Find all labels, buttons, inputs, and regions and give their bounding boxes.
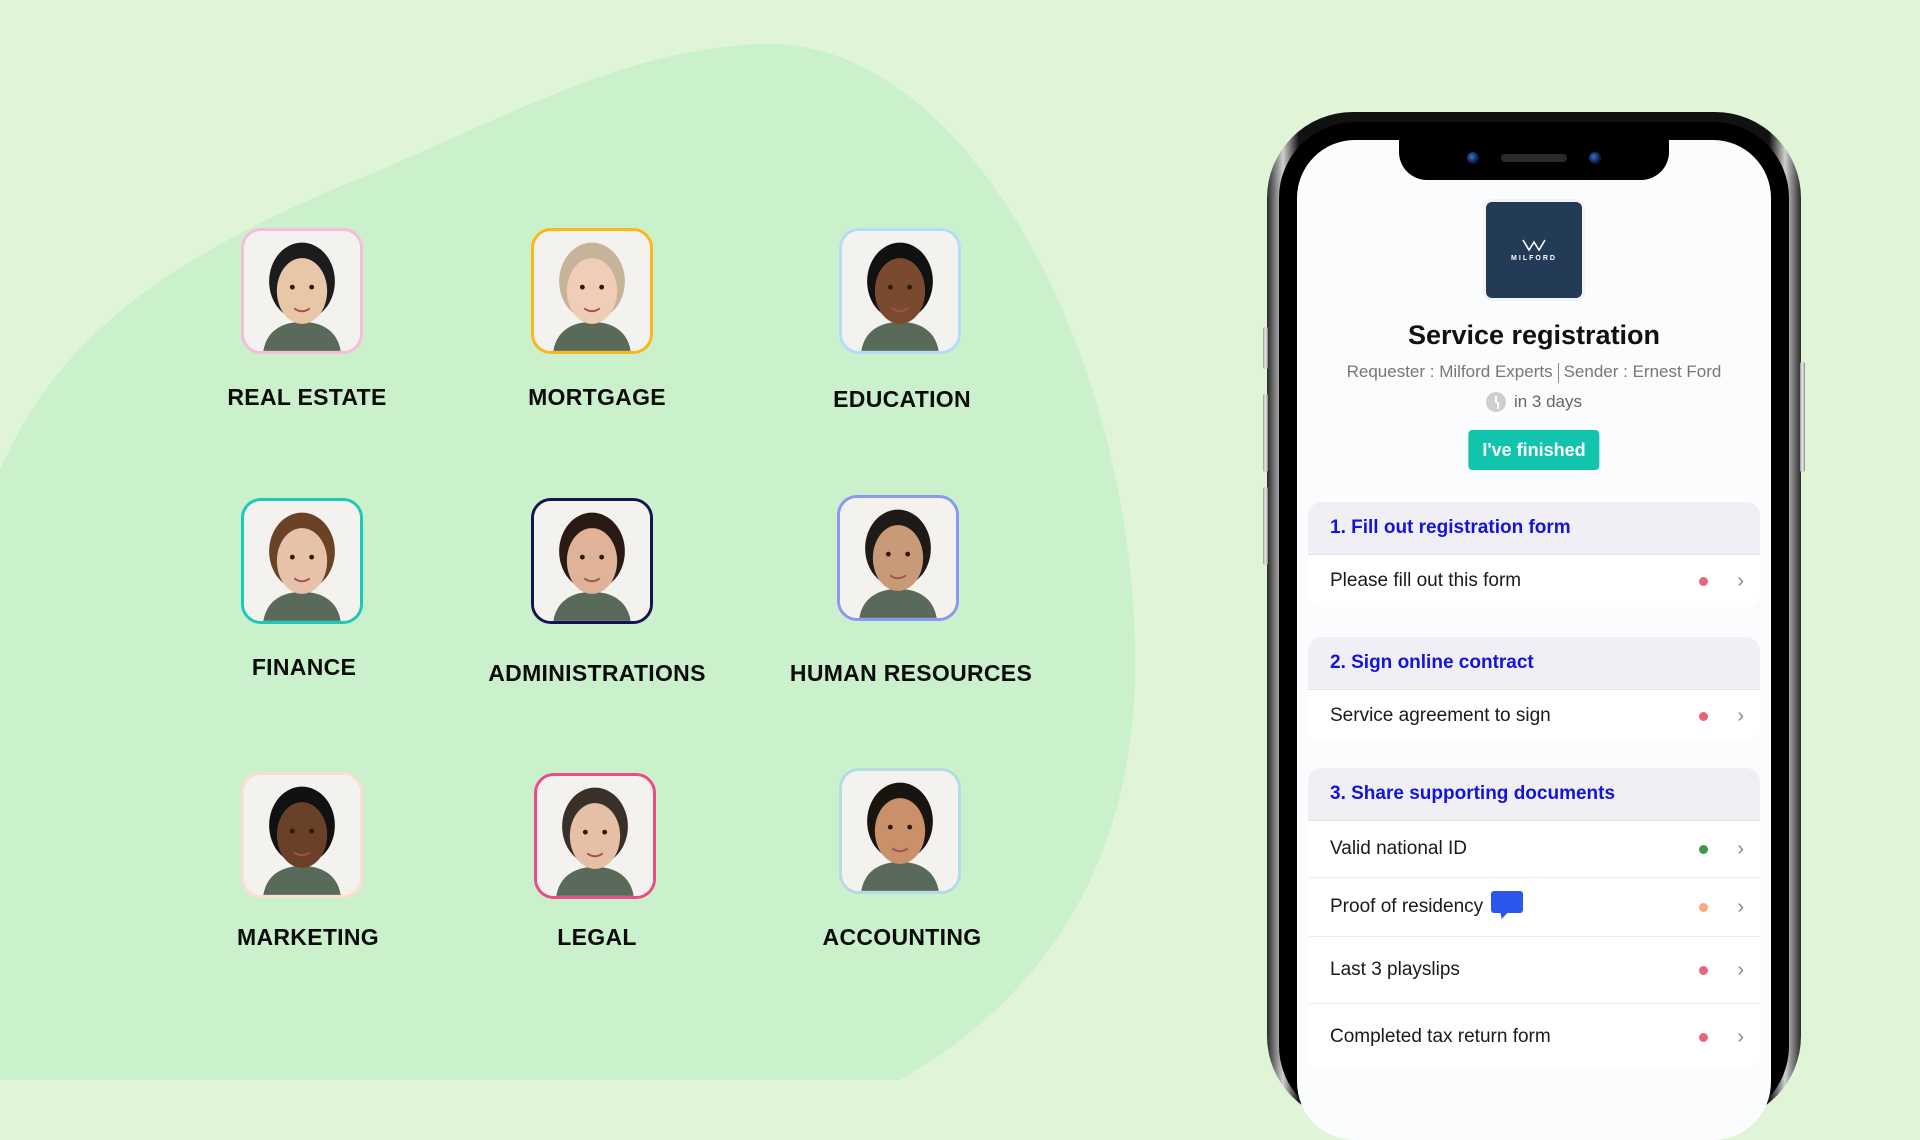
phone-mockup: MILFORD Service registration Requester :…	[1263, 112, 1805, 1140]
item-label: Please fill out this form	[1330, 570, 1522, 591]
department-label: MORTGAGE	[528, 384, 666, 410]
department-label: ACCOUNTING	[822, 924, 982, 950]
checklist-item[interactable]: Valid national ID ›	[1308, 821, 1760, 878]
sender-text: Sender : Ernest Ford	[1563, 362, 1722, 381]
item-label: Completed tax return form	[1330, 1026, 1551, 1047]
department-label: ADMINISTRATIONS	[488, 660, 706, 686]
department-label: MARKETING	[237, 924, 379, 950]
finished-button[interactable]: I've finished	[1468, 430, 1600, 470]
milford-logo-icon	[1522, 239, 1546, 252]
clock-icon	[1485, 392, 1506, 412]
section-heading: 1. Fill out registration form	[1308, 502, 1760, 555]
phone-notch	[1399, 140, 1669, 180]
checklist-item[interactable]: Completed tax return form ›	[1308, 1004, 1760, 1070]
department-label: EDUCATION	[833, 386, 971, 412]
chevron-right-icon[interactable]: ›	[1737, 959, 1744, 982]
status-dot	[1699, 902, 1708, 912]
checklist-section: 2. Sign online contract Service agreement…	[1308, 637, 1760, 742]
status-dot	[1699, 965, 1708, 975]
department-label: HUMAN RESOURCES	[789, 660, 1033, 686]
phone-screen: MILFORD Service registration Requester :…	[1297, 140, 1771, 1140]
chevron-right-icon[interactable]: ›	[1737, 838, 1744, 861]
section-heading: 3. Share supporting documents	[1308, 768, 1760, 821]
person-photo-icon	[840, 498, 956, 618]
person-photo-icon	[534, 231, 650, 351]
divider	[1557, 362, 1559, 383]
item-label: Valid national ID	[1330, 838, 1467, 859]
checklist-item[interactable]: Please fill out this form ›	[1308, 555, 1760, 607]
department-avatar[interactable]	[839, 768, 961, 894]
status-dot	[1699, 576, 1708, 586]
phone-volume-button	[1263, 394, 1268, 472]
department-avatar[interactable]	[531, 228, 653, 354]
status-dot	[1699, 711, 1708, 721]
department-label: LEGAL	[557, 924, 637, 950]
due-date: in 3 days	[1297, 392, 1771, 412]
chevron-right-icon[interactable]: ›	[1737, 1026, 1744, 1049]
department-avatar[interactable]	[837, 495, 959, 621]
checklist-item[interactable]: Proof of residency ›	[1308, 878, 1760, 937]
person-photo-icon	[537, 776, 653, 896]
speaker-grille	[1501, 154, 1567, 162]
page-title: Service registration	[1407, 320, 1661, 350]
department-avatar[interactable]	[241, 498, 363, 624]
camera-icon	[1589, 152, 1601, 164]
department-label: REAL ESTATE	[227, 384, 387, 410]
camera-icon	[1467, 152, 1479, 164]
due-text: in 3 days	[1513, 392, 1583, 411]
department-avatar[interactable]	[839, 228, 961, 354]
chevron-right-icon[interactable]: ›	[1737, 705, 1744, 728]
department-avatar[interactable]	[241, 772, 363, 898]
status-dot	[1699, 1032, 1708, 1042]
request-meta: Requester : Milford Experts Sender : Erne…	[1297, 362, 1771, 383]
comment-icon[interactable]	[1491, 891, 1524, 913]
logo-text: MILFORD	[1511, 255, 1557, 262]
person-photo-icon	[244, 231, 360, 351]
status-dot	[1699, 844, 1708, 854]
item-label: Last 3 playslips	[1330, 959, 1460, 980]
item-label: Proof of residency	[1330, 896, 1484, 917]
department-avatar[interactable]	[531, 498, 653, 624]
requester-text: Requester : Milford Experts	[1346, 362, 1553, 381]
phone-side-button	[1263, 327, 1268, 369]
chevron-right-icon[interactable]: ›	[1737, 896, 1744, 919]
checklist-section: 1. Fill out registration form Please fill…	[1308, 502, 1760, 607]
checklist-item[interactable]: Last 3 playslips ›	[1308, 937, 1760, 1004]
department-avatar[interactable]	[534, 773, 656, 899]
department-avatar[interactable]	[241, 228, 363, 354]
checklist-section: 3. Share supporting documents Valid natio…	[1308, 768, 1760, 1070]
person-photo-icon	[534, 501, 650, 621]
person-photo-icon	[244, 501, 360, 621]
company-logo: MILFORD	[1486, 202, 1582, 298]
phone-volume-button	[1263, 487, 1268, 565]
person-photo-icon	[244, 775, 360, 895]
person-photo-icon	[842, 771, 958, 891]
phone-power-button	[1800, 362, 1805, 472]
chevron-right-icon[interactable]: ›	[1737, 570, 1744, 593]
item-label: Service agreement to sign	[1330, 705, 1551, 726]
checklist-item[interactable]: Service agreement to sign ›	[1308, 690, 1760, 742]
section-heading: 2. Sign online contract	[1308, 637, 1760, 690]
person-photo-icon	[842, 231, 958, 351]
department-label: FINANCE	[251, 654, 357, 680]
